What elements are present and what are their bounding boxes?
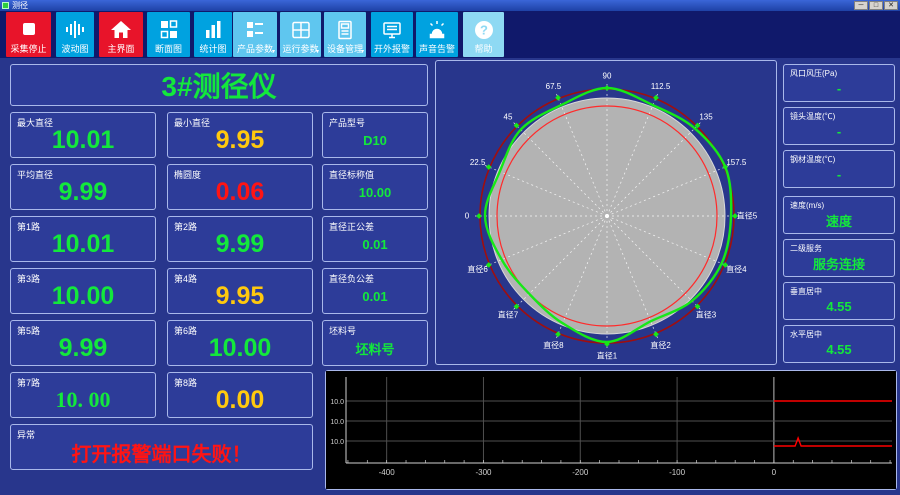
home-icon <box>110 15 132 44</box>
svg-text:-300: -300 <box>475 468 492 477</box>
toolbar-button-external-alarm[interactable]: 开外报警 <box>371 12 413 57</box>
svg-text:直径4: 直径4 <box>726 264 747 274</box>
svg-text:90: 90 <box>603 72 612 81</box>
svg-text:157.5: 157.5 <box>726 158 747 167</box>
svg-text:45: 45 <box>504 113 513 122</box>
svg-text:-400: -400 <box>379 468 396 477</box>
cell-nominal-diameter: 直径标称值 10.00 <box>322 164 428 210</box>
panel-steel-temperature: 钢材温度(℃) - <box>783 150 895 188</box>
siren-icon <box>426 15 448 44</box>
toolbar: 采集停止 波动图 主界面 断面图 统计图 产品参数 ▾ 运行参数 ▾ 设备管理 … <box>0 11 900 58</box>
cell-channel-2: 第2路 9.99 <box>167 216 313 262</box>
toolbar-button-product-params[interactable]: 产品参数 ▾ <box>233 12 277 57</box>
svg-text:67.5: 67.5 <box>546 82 562 91</box>
svg-text:112.5: 112.5 <box>651 82 671 91</box>
svg-text:0: 0 <box>772 468 777 477</box>
panel-horizontal-centering: 水平居中 4.55 <box>783 325 895 363</box>
close-button[interactable]: ✕ <box>884 1 898 10</box>
toolbar-button-statistics-chart[interactable]: 统计图 <box>194 12 232 57</box>
svg-text:0: 0 <box>465 212 470 221</box>
svg-text:?: ? <box>480 22 488 37</box>
chevron-down-icon: ▾ <box>271 49 275 55</box>
cell-plus-tolerance: 直径正公差 0.01 <box>322 216 428 262</box>
waveform-icon <box>64 15 86 44</box>
svg-text:直径3: 直径3 <box>696 309 717 319</box>
cell-max-diameter: 最大直径 10.01 <box>10 112 156 158</box>
cell-minus-tolerance: 直径负公差 0.01 <box>322 268 428 314</box>
cell-channel-7: 第7路 10. 00 <box>10 372 156 418</box>
cross-section-chart: 0 22.5 45 67.5 90 112.5 135 157.5 直径5 直径4 直径3 直径2 直径… <box>465 72 758 361</box>
cell-avg-diameter: 平均直径 9.99 <box>10 164 156 210</box>
panel-level2-service: 二级服务 服务连接 <box>783 239 895 277</box>
monitor-icon <box>381 15 403 44</box>
section-icon <box>158 15 180 44</box>
svg-text:直径1: 直径1 <box>597 351 618 361</box>
gauge-title: 3#测径仪 <box>161 71 277 102</box>
toolbar-button-device-manage[interactable]: 设备管理 ▾ <box>324 12 366 57</box>
cell-channel-1: 第1路 10.01 <box>10 216 156 262</box>
maximize-button[interactable]: □ <box>869 1 883 10</box>
panel-air-pressure: 风口风压(Pa) - <box>783 64 895 102</box>
toolbar-button-run-params[interactable]: 运行参数 ▾ <box>280 12 321 57</box>
svg-text:直径7: 直径7 <box>498 309 519 319</box>
svg-text:直径6: 直径6 <box>467 264 488 274</box>
chevron-down-icon: ▾ <box>360 49 364 55</box>
app-icon <box>2 2 9 9</box>
chevron-down-icon: ▾ <box>315 49 319 55</box>
svg-text:-200: -200 <box>572 468 589 477</box>
svg-text:直径5: 直径5 <box>737 211 758 221</box>
toolbar-button-main-screen[interactable]: 主界面 <box>99 12 143 57</box>
svg-text:直径8: 直径8 <box>543 340 564 350</box>
trend-chart: -400 -300 -200 -100 0 10.0 10.0 10.0 <box>326 371 896 489</box>
panel-speed: 速度(m/s) 速度 <box>783 196 895 234</box>
gauge-title-box: 3#测径仪 <box>10 64 428 106</box>
svg-text:直径2: 直径2 <box>650 340 671 350</box>
svg-text:22.5: 22.5 <box>470 158 486 167</box>
cell-min-diameter: 最小直径 9.95 <box>167 112 313 158</box>
diameter-gauge-app: 测径 ─ □ ✕ 采集停止 波动图 主界面 断面图 统计图 产品参数 ▾ 运行参… <box>0 0 900 495</box>
cross-section-chart-panel: 0 22.5 45 67.5 90 112.5 135 157.5 直径5 直径4 直径3 直径2 直径… <box>435 60 777 365</box>
barchart-icon <box>202 15 224 44</box>
trend-chart-panel: -400 -300 -200 -100 0 10.0 10.0 10.0 <box>325 370 897 490</box>
window-title: 测径 <box>12 0 28 10</box>
cell-product-model: 产品型号 D10 <box>322 112 428 158</box>
panel-lens-temperature: 镜头温度(℃) - <box>783 107 895 145</box>
svg-text:10.0: 10.0 <box>330 439 344 446</box>
svg-text:10.0: 10.0 <box>330 399 344 406</box>
cell-channel-4: 第4路 9.95 <box>167 268 313 314</box>
titlebar: 测径 ─ □ ✕ <box>0 0 900 11</box>
cell-ovality: 椭圆度 0.06 <box>167 164 313 210</box>
svg-text:10.0: 10.0 <box>330 419 344 426</box>
stop-icon <box>18 15 40 44</box>
toolbar-button-wave-chart[interactable]: 波动图 <box>56 12 94 57</box>
panel-vertical-centering: 垂直居中 4.55 <box>783 282 895 320</box>
run-params-icon <box>290 15 312 44</box>
cell-channel-8: 第8路 0.00 <box>167 372 313 418</box>
svg-text:135: 135 <box>699 113 713 122</box>
cell-exception: 异常 打开报警端口失败！ <box>10 424 313 470</box>
cell-channel-6: 第6路 10.00 <box>167 320 313 366</box>
minimize-button[interactable]: ─ <box>854 1 868 10</box>
toolbar-button-section-chart[interactable]: 断面图 <box>147 12 190 57</box>
toolbar-button-help[interactable]: ? 帮助 <box>463 12 504 57</box>
cell-billet-number: 坯料号 坯料号 <box>322 320 428 366</box>
cell-channel-5: 第5路 9.99 <box>10 320 156 366</box>
toolbar-button-stop[interactable]: 采集停止 <box>6 12 51 57</box>
toolbar-button-sound-alarm[interactable]: 声音告警 <box>416 12 458 57</box>
device-manage-icon <box>334 15 356 44</box>
cell-channel-3: 第3路 10.00 <box>10 268 156 314</box>
product-params-icon <box>244 15 266 44</box>
svg-text:-100: -100 <box>669 468 686 477</box>
help-icon: ? <box>473 15 495 44</box>
